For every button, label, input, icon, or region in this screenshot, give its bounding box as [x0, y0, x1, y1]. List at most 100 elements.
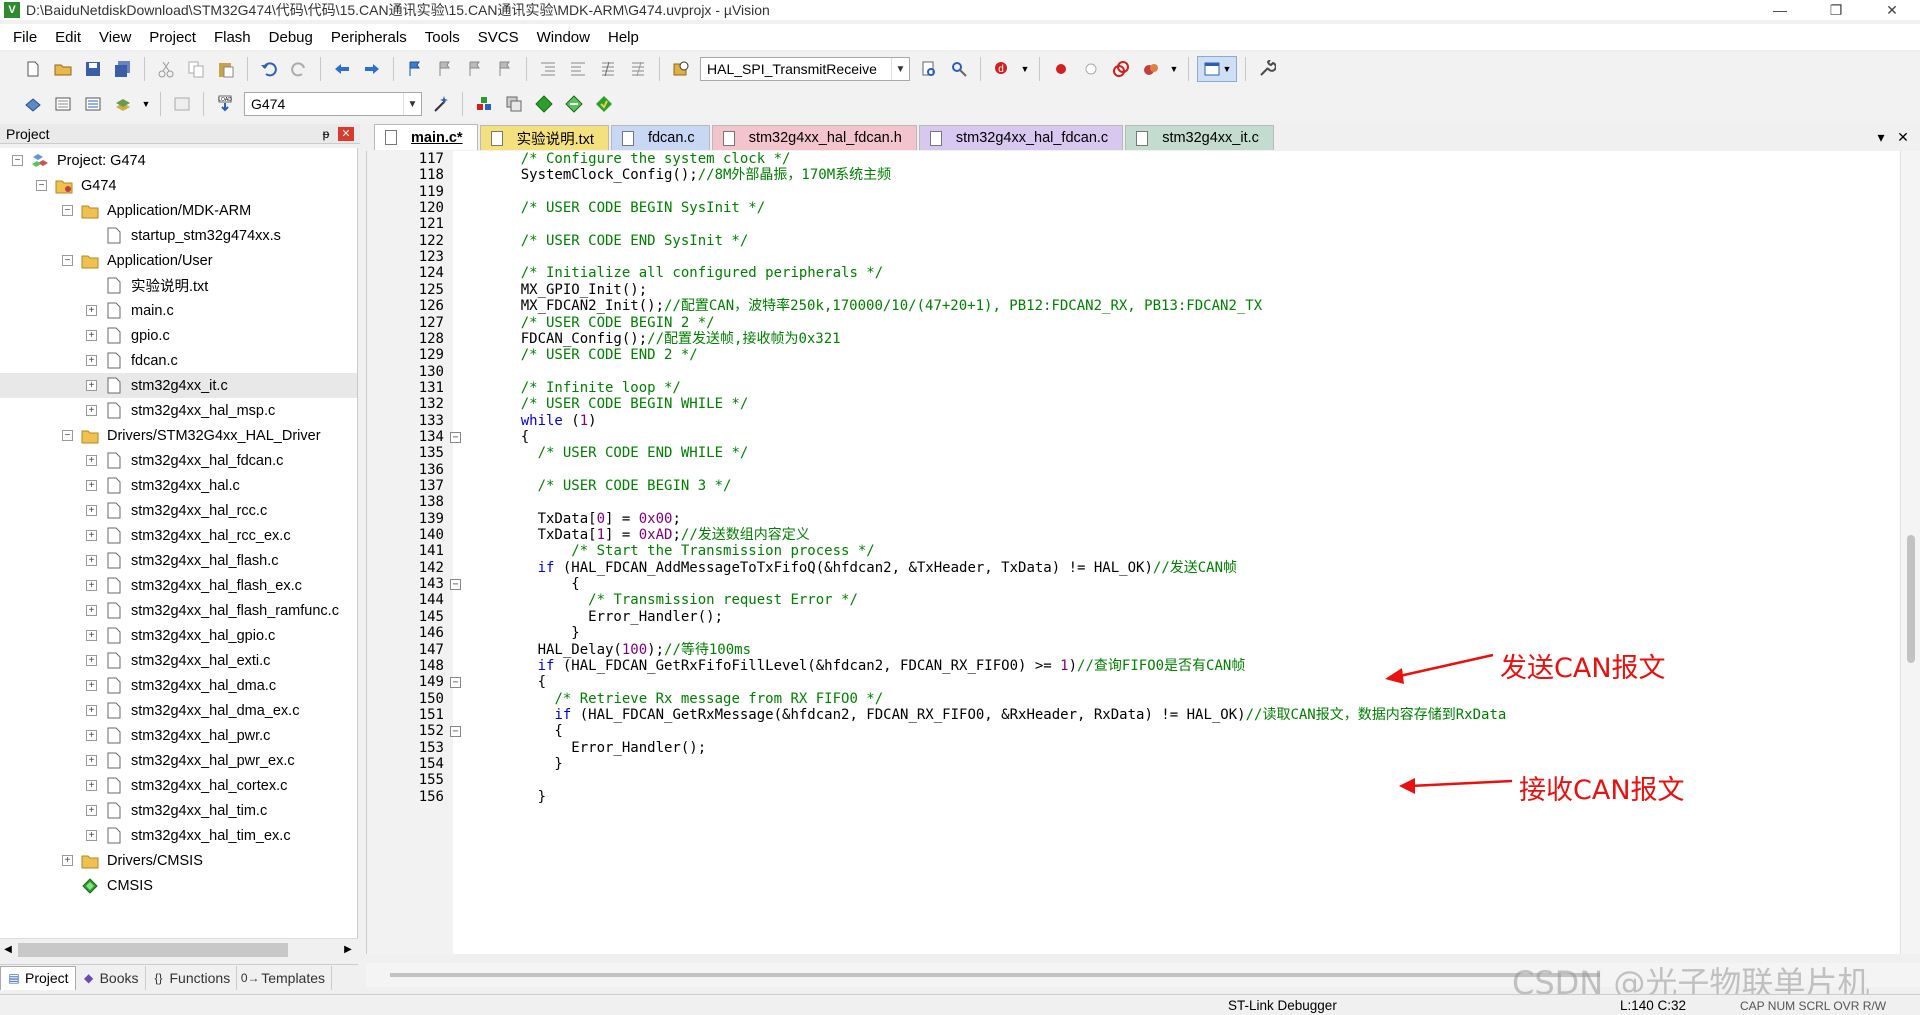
maximize-button[interactable]: ❐ — [1808, 0, 1864, 20]
menu-edit[interactable]: Edit — [46, 29, 90, 46]
clear-bookmarks-button[interactable] — [492, 56, 518, 82]
find-replace-button[interactable] — [946, 56, 972, 82]
tree-item[interactable]: 实验说明.txt — [0, 273, 357, 298]
tree-item[interactable]: + stm32g4xx_hal_gpio.c — [0, 623, 357, 648]
minimize-button[interactable]: — — [1752, 0, 1808, 20]
expand-icon[interactable]: + — [86, 730, 97, 741]
tree-item[interactable]: + stm32g4xx_hal_pwr.c — [0, 723, 357, 748]
scroll-left-icon[interactable]: ◀ — [0, 944, 16, 955]
fold-collapse-icon[interactable]: − — [450, 579, 461, 591]
menu-project[interactable]: Project — [140, 29, 205, 46]
insert-breakpoint-button[interactable] — [1048, 56, 1074, 82]
tree-item[interactable]: + stm32g4xx_hal_cortex.c — [0, 773, 357, 798]
uncomment-button[interactable] — [625, 56, 651, 82]
panel-tab-functions[interactable]: {} Functions — [146, 965, 238, 990]
tree-item[interactable]: + stm32g4xx_hal_exti.c — [0, 648, 357, 673]
manage-components-button[interactable] — [471, 91, 497, 117]
collapse-icon[interactable]: − — [62, 255, 73, 266]
tree-item[interactable]: + stm32g4xx_hal_rcc.c — [0, 498, 357, 523]
tree-item[interactable]: + main.c — [0, 298, 357, 323]
indent-button[interactable] — [535, 56, 561, 82]
open-file-button[interactable] — [50, 56, 76, 82]
tree-item[interactable]: + stm32g4xx_hal_dma_ex.c — [0, 698, 357, 723]
find-combo[interactable]: HAL_SPI_TransmitReceive ▼ — [700, 57, 910, 81]
expand-icon[interactable]: + — [86, 530, 97, 541]
bookmark-button[interactable] — [402, 56, 428, 82]
tree-item[interactable]: − G474 — [0, 173, 357, 198]
batch-dropdown[interactable]: ▼ — [140, 91, 152, 117]
tree-item[interactable]: + Drivers/CMSIS — [0, 848, 357, 873]
expand-icon[interactable]: + — [86, 380, 97, 391]
editor-tab[interactable]: stm32g4xx_it.c — [1125, 125, 1274, 150]
expand-icon[interactable]: + — [86, 355, 97, 366]
prev-bookmark-button[interactable] — [432, 56, 458, 82]
expand-icon[interactable]: + — [86, 305, 97, 316]
tree-item[interactable]: − Application/User — [0, 248, 357, 273]
tree-item[interactable]: + stm32g4xx_hal_msp.c — [0, 398, 357, 423]
expand-icon[interactable]: + — [86, 405, 97, 416]
fold-collapse-icon[interactable]: − — [450, 431, 461, 443]
download-button[interactable]: LOAD — [212, 91, 238, 117]
collapse-icon[interactable]: − — [12, 155, 23, 166]
stop-build-button[interactable] — [169, 91, 195, 117]
kill-all-breakpoints-button[interactable] — [1138, 56, 1164, 82]
cut-button[interactable] — [153, 56, 179, 82]
disable-all-breakpoints-button[interactable] — [1108, 56, 1134, 82]
expand-icon[interactable]: + — [86, 455, 97, 466]
tree-item[interactable]: + stm32g4xx_hal_tim.c — [0, 798, 357, 823]
debug-dropdown[interactable]: ▼ — [1019, 56, 1031, 82]
menu-flash[interactable]: Flash — [205, 29, 260, 46]
menu-debug[interactable]: Debug — [260, 29, 322, 46]
menu-window[interactable]: Window — [528, 29, 599, 46]
expand-icon[interactable]: + — [86, 655, 97, 666]
expand-icon[interactable]: + — [86, 555, 97, 566]
collapse-icon[interactable]: − — [62, 430, 73, 441]
project-horizontal-scrollbar[interactable]: ◀ ▶ — [0, 938, 358, 960]
configure-button[interactable] — [1254, 56, 1280, 82]
pack-installer-button[interactable] — [561, 91, 587, 117]
navigate-back-button[interactable] — [329, 56, 355, 82]
debug-session-button[interactable]: d — [989, 56, 1015, 82]
navigate-forward-button[interactable] — [359, 56, 385, 82]
copy-button[interactable] — [183, 56, 209, 82]
redo-button[interactable] — [286, 56, 312, 82]
editor-tab[interactable]: fdcan.c — [610, 125, 710, 150]
next-bookmark-button[interactable] — [462, 56, 488, 82]
chevron-down-icon[interactable]: ▼ — [891, 58, 909, 80]
tree-item[interactable]: − Application/MDK-ARM — [0, 198, 357, 223]
save-all-button[interactable] — [110, 56, 136, 82]
translate-button[interactable] — [20, 91, 46, 117]
tree-item[interactable]: + stm32g4xx_hal_flash.c — [0, 548, 357, 573]
incremental-find-button[interactable] — [916, 56, 942, 82]
tree-item[interactable]: + gpio.c — [0, 323, 357, 348]
code-editor[interactable]: 117 /* Configure the system clock */118 … — [366, 151, 1900, 954]
editor-tab[interactable]: 实验说明.txt — [479, 125, 609, 150]
tree-item[interactable]: startup_stm32g474xx.s — [0, 223, 357, 248]
unindent-button[interactable] — [565, 56, 591, 82]
tree-item[interactable]: + stm32g4xx_hal_fdcan.c — [0, 448, 357, 473]
expand-icon[interactable]: + — [86, 330, 97, 341]
new-file-button[interactable] — [20, 56, 46, 82]
tree-item[interactable]: + stm32g4xx_hal_rcc_ex.c — [0, 523, 357, 548]
scroll-right-icon[interactable]: ▶ — [340, 944, 356, 955]
fold-collapse-icon[interactable]: − — [450, 677, 461, 689]
menu-svcs[interactable]: SVCS — [469, 29, 528, 46]
collapse-icon[interactable]: − — [62, 205, 73, 216]
rebuild-button[interactable] — [80, 91, 106, 117]
breakpoints-dropdown[interactable]: ▼ — [1168, 56, 1180, 82]
target-options-button[interactable] — [428, 91, 454, 117]
editor-tab[interactable]: stm32g4xx_hal_fdcan.c — [918, 125, 1124, 150]
tree-item[interactable]: − Project: G474 — [0, 148, 357, 173]
paste-button[interactable] — [213, 56, 239, 82]
panel-tab-project[interactable]: ▤ Project — [0, 965, 76, 990]
batch-build-button[interactable] — [110, 91, 136, 117]
save-button[interactable] — [80, 56, 106, 82]
expand-icon[interactable]: + — [62, 855, 73, 866]
tree-item[interactable]: + stm32g4xx_hal_flash_ramfunc.c — [0, 598, 357, 623]
close-panel-button[interactable]: ✕ — [338, 126, 354, 141]
chevron-down-icon[interactable]: ▼ — [403, 93, 421, 115]
expand-icon[interactable]: + — [86, 630, 97, 641]
find-in-files-button[interactable] — [668, 56, 694, 82]
window-layout-button[interactable]: ▼ — [1197, 56, 1237, 82]
rte-button[interactable] — [591, 91, 617, 117]
